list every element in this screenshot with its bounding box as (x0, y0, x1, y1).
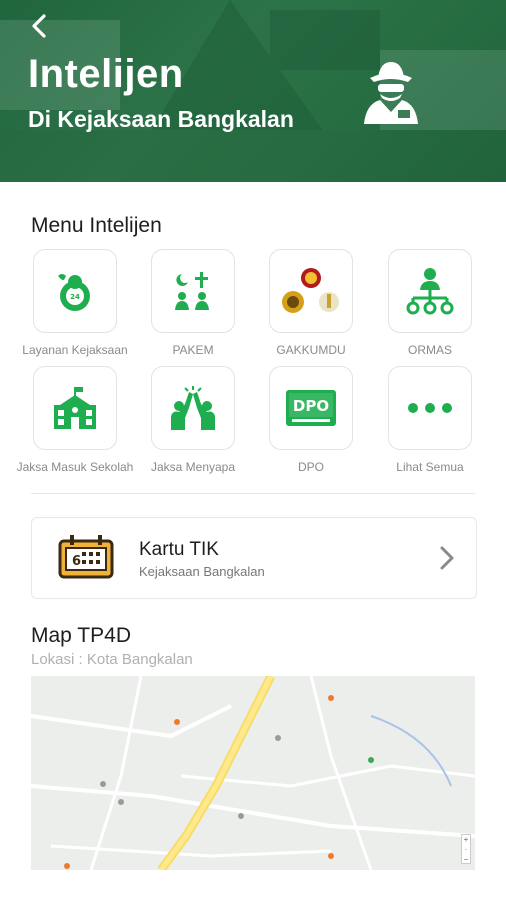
menu-item-label: Layanan Kejaksaan (22, 343, 128, 357)
menu-tile[interactable] (151, 249, 235, 333)
menu-tile[interactable]: DPO (269, 366, 353, 450)
card-title: Kartu TIK (139, 539, 219, 560)
back-arrow-icon[interactable] (28, 12, 52, 40)
emblems-icon (282, 268, 339, 313)
spy-icon (364, 62, 418, 124)
dpo-icon: DPO (286, 390, 336, 426)
menu-item-jaksa-menyapa[interactable]: Jaksa Menyapa (133, 366, 253, 476)
card-icon-number: 6 (72, 554, 81, 569)
menu-item-pakem[interactable]: PAKEM (133, 249, 253, 359)
page-subtitle: Di Kejaksaan Bangkalan (28, 106, 294, 132)
menu-tile[interactable] (151, 366, 235, 450)
organization-icon (406, 268, 454, 315)
menu-item-ormas[interactable]: ORMAS (370, 249, 490, 359)
menu-item-jaksa-masuk-sekolah[interactable]: Jaksa Masuk Sekolah (15, 366, 135, 476)
menu-item-label: GAKKUMDU (276, 343, 346, 357)
menu-item-label: Jaksa Masuk Sekolah (16, 460, 134, 474)
menu-item-dpo[interactable]: DPO DPO (251, 366, 371, 476)
menu-item-label: Jaksa Menyapa (150, 460, 236, 474)
menu-item-label: Lihat Semua (396, 460, 464, 474)
more-icon (408, 403, 452, 413)
menu-item-label: DPO (297, 460, 324, 474)
service-icon: 24 (58, 274, 90, 311)
card-tik-icon: 6 (58, 535, 114, 579)
school-icon (54, 387, 96, 429)
high-five-icon (171, 386, 215, 430)
header-banner: Intelijen Di Kejaksaan Bangkalan (0, 0, 506, 182)
map-roads (31, 676, 475, 870)
menu-tile[interactable] (388, 366, 472, 450)
chevron-right-icon[interactable] (437, 544, 457, 572)
menu-item-label: PAKEM (172, 343, 214, 357)
svg-text:24: 24 (70, 293, 80, 301)
map-view[interactable]: + · − (31, 676, 475, 870)
card-subtitle: Kejaksaan Bangkalan (139, 564, 265, 579)
menu-tile[interactable]: 24 (33, 249, 117, 333)
menu-tile[interactable] (33, 366, 117, 450)
page-title: Intelijen (28, 52, 184, 96)
map-section-title: Map TP4D (31, 624, 131, 647)
menu-section-title: Menu Intelijen (31, 214, 162, 237)
map-location: Lokasi : Kota Bangkalan (31, 651, 193, 668)
menu-tile[interactable] (269, 249, 353, 333)
section-divider (31, 493, 475, 494)
religion-icon (175, 272, 209, 310)
menu-item-gakkumdu[interactable]: GAKKUMDU (251, 249, 371, 359)
menu-tile[interactable] (388, 249, 472, 333)
kartu-tik-card[interactable]: 6 Kartu TIK Kejaksaan Bangkalan (31, 517, 477, 599)
dpo-icon-text: DPO (293, 397, 329, 415)
menu-item-layanan-kejaksaan[interactable]: 24 Layanan Kejaksaan (15, 249, 135, 359)
menu-item-label: ORMAS (407, 343, 452, 357)
menu-item-lihat-semua[interactable]: Lihat Semua (370, 366, 490, 476)
map-zoom-control[interactable]: + · − (461, 834, 471, 864)
